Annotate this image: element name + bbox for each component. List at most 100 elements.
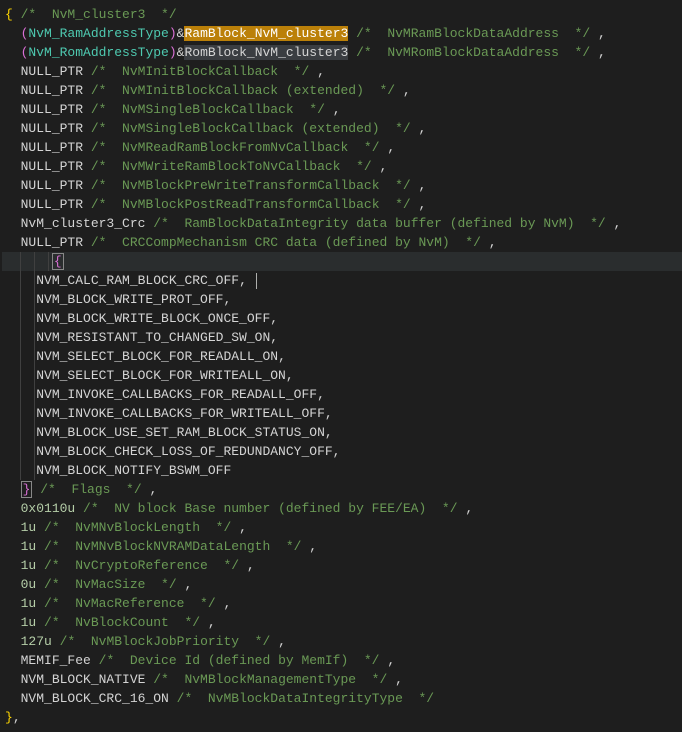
code-token: NULL_PTR <box>21 178 83 193</box>
code-token <box>348 45 356 60</box>
code-line[interactable]: NVM_SELECT_BLOCK_FOR_READALL_ON, <box>2 347 682 366</box>
code-token <box>239 558 247 573</box>
code-line[interactable]: { <box>2 252 682 271</box>
code-token <box>200 615 208 630</box>
code-token <box>91 653 99 668</box>
code-token: NvM_RamAddressType <box>28 26 168 41</box>
code-line[interactable]: 1u /* NvMNvBlockLength */ , <box>2 518 682 537</box>
code-line[interactable]: NVM_BLOCK_NATIVE /* NvMBlockManagementTy… <box>2 670 682 689</box>
code-line[interactable]: NULL_PTR /* NvMInitBlockCallback */ , <box>2 62 682 81</box>
code-token: , <box>223 596 231 611</box>
indent <box>5 235 21 250</box>
code-line[interactable]: MEMIF_Fee /* Device Id (defined by MemIf… <box>2 651 682 670</box>
code-token: { <box>52 253 64 270</box>
code-token: /* CRCCompMechanism CRC data (defined by… <box>91 235 481 250</box>
code-token <box>411 121 419 136</box>
indent <box>5 102 21 117</box>
code-token: , <box>387 653 395 668</box>
indent <box>5 577 21 592</box>
code-token <box>36 520 44 535</box>
code-token: , <box>598 45 606 60</box>
indent <box>5 26 21 41</box>
code-token: , <box>149 482 157 497</box>
code-token: , <box>239 520 247 535</box>
code-line[interactable]: NULL_PTR /* NvMBlockPostReadTransformCal… <box>2 195 682 214</box>
code-token: /* NvMRomBlockDataAddress */ <box>356 45 590 60</box>
code-token <box>395 83 403 98</box>
code-line[interactable]: NVM_RESISTANT_TO_CHANGED_SW_ON, <box>2 328 682 347</box>
code-line[interactable]: NVM_SELECT_BLOCK_FOR_WRITEALL_ON, <box>2 366 682 385</box>
code-line[interactable]: NULL_PTR /* NvMBlockPreWriteTransformCal… <box>2 176 682 195</box>
code-token: , <box>614 216 622 231</box>
code-token: NULL_PTR <box>21 83 83 98</box>
code-token <box>411 197 419 212</box>
code-token <box>36 615 44 630</box>
indent <box>5 482 21 497</box>
code-line[interactable]: { /* NvM_cluster3 */ <box>2 5 682 24</box>
code-token: , <box>419 121 427 136</box>
indent <box>5 672 21 687</box>
code-line[interactable]: (NvM_RomAddressType)&RomBlock_NvM_cluste… <box>2 43 682 62</box>
code-editor[interactable]: { /* NvM_cluster3 */ (NvM_RamAddressType… <box>0 0 682 732</box>
code-line[interactable]: NVM_BLOCK_WRITE_PROT_OFF, <box>2 290 682 309</box>
indent <box>5 197 21 212</box>
code-line[interactable]: NVM_BLOCK_NOTIFY_BSWM_OFF <box>2 461 682 480</box>
indent <box>5 216 21 231</box>
code-line[interactable]: NVM_BLOCK_CHECK_LOSS_OF_REDUNDANCY_OFF, <box>2 442 682 461</box>
code-line[interactable]: NULL_PTR /* CRCCompMechanism CRC data (d… <box>2 233 682 252</box>
code-token: , <box>380 159 388 174</box>
code-line[interactable]: 1u /* NvMacReference */ , <box>2 594 682 613</box>
code-line[interactable]: NVM_INVOKE_CALLBACKS_FOR_READALL_OFF, <box>2 385 682 404</box>
code-line[interactable]: 1u /* NvCryptoReference */ , <box>2 556 682 575</box>
code-token: /* NvMBlockPostReadTransformCallback */ <box>91 197 411 212</box>
code-line[interactable]: 127u /* NvMBlockJobPriority */ , <box>2 632 682 651</box>
code-line[interactable]: 0u /* NvMacSize */ , <box>2 575 682 594</box>
code-line[interactable]: NULL_PTR /* NvMSingleBlockCallback (exte… <box>2 119 682 138</box>
code-token: NVM_BLOCK_NOTIFY_BSWM_OFF <box>36 463 231 478</box>
code-token: ) <box>169 26 177 41</box>
code-token: /* NvMReadRamBlockFromNvCallback */ <box>91 140 380 155</box>
code-token <box>411 178 419 193</box>
code-line[interactable]: 0x0110u /* NV block Base number (defined… <box>2 499 682 518</box>
code-token: , <box>309 539 317 554</box>
code-line[interactable]: }, <box>2 708 682 727</box>
code-line[interactable]: } /* Flags */ , <box>2 480 682 499</box>
code-token: NvM_RomAddressType <box>28 45 168 60</box>
code-token: NVM_BLOCK_USE_SET_RAM_BLOCK_STATUS_ON <box>36 425 325 440</box>
code-token <box>83 102 91 117</box>
code-token: , <box>286 368 294 383</box>
code-token: , <box>403 83 411 98</box>
code-token: /* NvMInitBlockCallback (extended) */ <box>91 83 395 98</box>
code-line[interactable]: NULL_PTR /* NvMReadRamBlockFromNvCallbac… <box>2 138 682 157</box>
code-line[interactable]: NULL_PTR /* NvMWriteRamBlockToNvCallback… <box>2 157 682 176</box>
code-token <box>590 26 598 41</box>
indent <box>5 615 21 630</box>
code-token: , <box>333 102 341 117</box>
code-line[interactable]: NVM_BLOCK_USE_SET_RAM_BLOCK_STATUS_ON, <box>2 423 682 442</box>
code-line[interactable]: NVM_BLOCK_WRITE_BLOCK_ONCE_OFF, <box>2 309 682 328</box>
code-token: /* Device Id (defined by MemIf) */ <box>99 653 380 668</box>
code-token: , <box>465 501 473 516</box>
code-token: /* NvMBlockManagementType */ <box>153 672 387 687</box>
code-token: 0x0110u <box>21 501 76 516</box>
code-line[interactable]: 1u /* NvBlockCount */ , <box>2 613 682 632</box>
code-token: , <box>278 349 286 364</box>
indent <box>5 254 52 269</box>
code-line[interactable]: NVM_INVOKE_CALLBACKS_FOR_WRITEALL_OFF, <box>2 404 682 423</box>
code-line[interactable]: NULL_PTR /* NvMInitBlockCallback (extend… <box>2 81 682 100</box>
code-line[interactable]: (NvM_RamAddressType)&RamBlock_NvM_cluste… <box>2 24 682 43</box>
code-line[interactable]: 1u /* NvMNvBlockNVRAMDataLength */ , <box>2 537 682 556</box>
code-token: 1u <box>21 615 37 630</box>
code-token: 0u <box>21 577 37 592</box>
code-line[interactable]: NVM_CALC_RAM_BLOCK_CRC_OFF, <box>2 271 682 290</box>
code-token: /* NvMNvBlockNVRAMDataLength */ <box>44 539 301 554</box>
code-token: ) <box>169 45 177 60</box>
indent <box>5 121 21 136</box>
code-token: , <box>184 577 192 592</box>
code-line[interactable]: NULL_PTR /* NvMSingleBlockCallback */ , <box>2 100 682 119</box>
code-token: /* NV block Base number (defined by FEE/… <box>83 501 457 516</box>
code-token: , <box>325 406 333 421</box>
code-token: NVM_RESISTANT_TO_CHANGED_SW_ON <box>36 330 270 345</box>
code-line[interactable]: NVM_BLOCK_CRC_16_ON /* NvMBlockDataInteg… <box>2 689 682 708</box>
code-line[interactable]: NvM_cluster3_Crc /* RamBlockDataIntegrit… <box>2 214 682 233</box>
